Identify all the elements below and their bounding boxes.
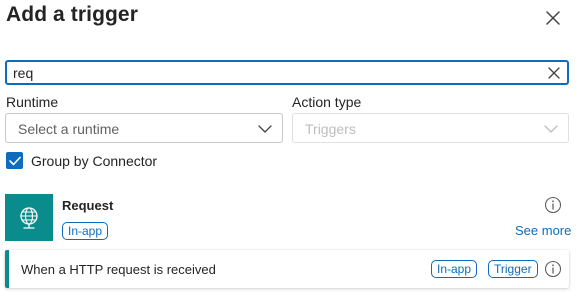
info-icon: [544, 260, 562, 278]
group-by-connector-checkbox[interactable]: [6, 152, 23, 169]
runtime-label: Runtime: [6, 94, 59, 110]
runtime-placeholder: Select a runtime: [18, 121, 120, 137]
action-type-label: Action type: [292, 94, 362, 110]
checkmark-icon: [8, 156, 21, 165]
action-accent-bar: [5, 250, 9, 288]
request-globe-icon: [20, 206, 38, 229]
clear-search-button[interactable]: [546, 65, 561, 80]
connector-info-button[interactable]: [544, 196, 562, 214]
action-inapp-badge[interactable]: In-app: [431, 260, 478, 278]
action-trigger-badge[interactable]: Trigger: [488, 260, 538, 278]
request-connector-icon[interactable]: [5, 194, 53, 241]
connector-name[interactable]: Request: [62, 198, 113, 213]
action-type-dropdown[interactable]: Triggers: [292, 113, 569, 143]
see-more-link[interactable]: See more: [515, 223, 571, 238]
close-icon: [546, 11, 560, 25]
close-panel-button[interactable]: [540, 5, 566, 31]
connector-inapp-badge[interactable]: In-app: [62, 222, 109, 240]
chevron-down-icon: [258, 125, 272, 133]
search-input[interactable]: [13, 62, 533, 83]
clear-search-icon: [547, 66, 560, 79]
action-item[interactable]: When a HTTP request is received In-app T…: [5, 250, 569, 288]
search-box: [5, 60, 569, 85]
action-info-button[interactable]: [544, 260, 562, 278]
group-by-connector-label[interactable]: Group by Connector: [31, 153, 157, 169]
action-type-value: Triggers: [305, 121, 356, 137]
info-icon: [544, 196, 562, 214]
panel-title: Add a trigger: [6, 3, 138, 26]
action-item-label[interactable]: When a HTTP request is received: [21, 262, 216, 277]
runtime-dropdown[interactable]: Select a runtime: [5, 113, 283, 143]
chevron-down-icon: [544, 125, 558, 133]
